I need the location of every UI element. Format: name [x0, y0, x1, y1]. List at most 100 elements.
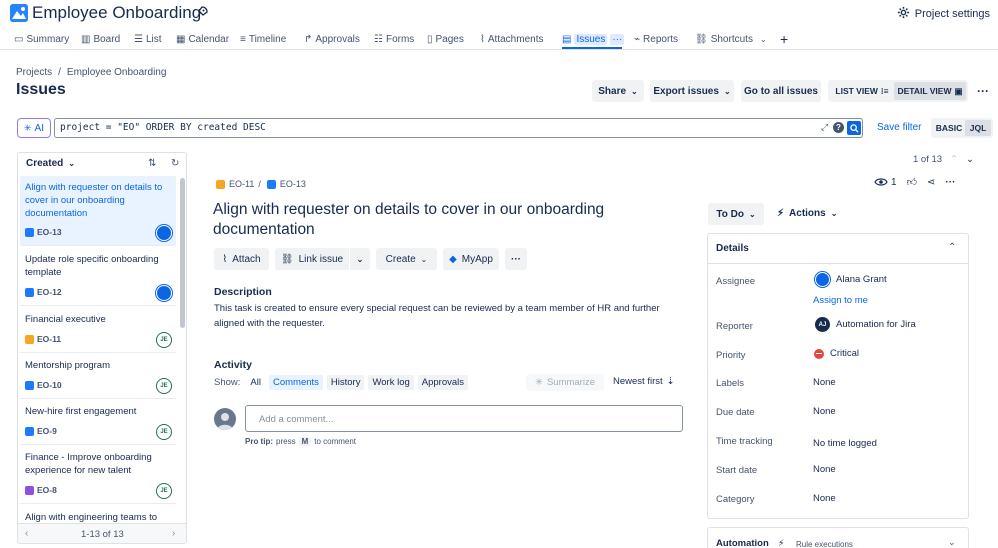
eye-icon	[874, 178, 888, 186]
link-issue-button[interactable]: ⛓ Link issue	[275, 248, 349, 270]
assign-to-me-link[interactable]: Assign to me	[813, 295, 868, 306]
list-item[interactable]: New-hire first engagement EO-9 JE	[20, 400, 176, 445]
description-text[interactable]: This task is created to ensure every spe…	[214, 301, 674, 331]
parent-issue-link[interactable]: EO-11	[229, 179, 254, 189]
myapp-button[interactable]: ◆ MyApp	[443, 248, 499, 270]
refresh-icon[interactable]: ↻	[171, 158, 179, 169]
rocket-icon[interactable]	[196, 6, 208, 21]
filter-history[interactable]: History	[326, 375, 365, 390]
add-tab-button[interactable]: +	[780, 31, 788, 47]
labels-value[interactable]: None	[813, 377, 836, 388]
jql-mode-toggle[interactable]: JQL	[965, 120, 991, 136]
summarize-button[interactable]: ✳ Summarize	[526, 374, 604, 391]
issue-key-link[interactable]: EO-13	[280, 179, 306, 189]
tab-reports[interactable]: ⌁ Reports	[634, 31, 678, 47]
critical-priority-icon	[814, 348, 824, 359]
share-icon[interactable]: ⋖	[927, 177, 935, 188]
breadcrumb-projects[interactable]: Projects	[16, 67, 52, 78]
list-item[interactable]: Align with requester on details to cover…	[20, 176, 176, 246]
filter-work-log[interactable]: Work log	[368, 375, 414, 390]
basic-mode-toggle[interactable]: BASIC	[933, 120, 965, 136]
detail-view-toggle[interactable]: DETAIL VIEW ▣	[894, 82, 966, 100]
priority-field[interactable]: Critical	[814, 348, 859, 359]
list-item[interactable]: Mentorship program EO-10 JE	[20, 354, 176, 399]
filter-all[interactable]: All	[246, 375, 265, 390]
board-icon: ▥	[81, 33, 91, 45]
chevron-left-icon[interactable]: ‹	[25, 528, 28, 539]
pro-tip-prefix: Pro tip:	[245, 437, 273, 446]
expand-icon[interactable]: ⤢	[821, 122, 828, 133]
filter-comments[interactable]: Comments	[268, 375, 323, 390]
attach-button[interactable]: ⌇ Attach	[214, 248, 269, 270]
automation-panel[interactable]: Automation ⚡︎ Rule executions ⌄	[707, 527, 969, 548]
assignee-avatar	[815, 272, 830, 287]
chevron-right-icon[interactable]: ›	[172, 528, 175, 539]
paperclip-icon: ⌇	[222, 253, 228, 265]
actions-dropdown[interactable]: ⚡︎ Actions ⌄	[777, 208, 837, 219]
issue-title[interactable]: Align with requester on details to cover…	[213, 200, 643, 240]
comment-input[interactable]: Add a comment...	[245, 405, 683, 432]
category-value[interactable]: None	[813, 493, 836, 504]
ai-search-button[interactable]: ✳ AI	[17, 118, 51, 138]
save-filter-link[interactable]: Save filter	[877, 122, 921, 133]
chevron-down-icon[interactable]: ⌄	[966, 154, 974, 165]
tab-pages[interactable]: ▯ Pages	[427, 31, 464, 47]
create-button[interactable]: Create ⌄	[376, 248, 437, 270]
sort-dropdown[interactable]: Created ⌄	[26, 158, 75, 169]
jql-input[interactable]: project = "EO" ORDER BY created DESC ⤢ ?	[54, 118, 863, 138]
link-issue-menu-button[interactable]: ⌄	[350, 248, 370, 270]
tab-label: Attachments	[487, 33, 544, 45]
activity-sort-button[interactable]: Newest first ⇣	[613, 376, 675, 387]
breadcrumb-project[interactable]: Employee Onboarding	[67, 67, 167, 78]
tab-calendar[interactable]: ▦ Calendar	[176, 31, 229, 47]
app-header: Employee Onboarding Project settings	[0, 0, 998, 26]
project-logo[interactable]	[10, 4, 28, 22]
task-icon	[25, 227, 34, 237]
tab-board[interactable]: ▥ Board	[81, 31, 120, 47]
more-actions-button[interactable]: ···	[973, 80, 993, 102]
chevron-up-icon[interactable]: ⌃	[950, 154, 958, 165]
sort-order-icon[interactable]: ⇅	[148, 158, 156, 169]
tab-approvals[interactable]: ↱ Approvals	[304, 31, 360, 47]
list-view-icon: ⁝≡	[880, 85, 889, 96]
due-date-value[interactable]: None	[813, 406, 836, 417]
tab-attachments[interactable]: ⌇ Attachments	[480, 31, 543, 47]
reporter-avatar: AJ	[815, 317, 830, 332]
status-dropdown[interactable]: To Do ⌄	[708, 203, 764, 225]
list-item[interactable]: Finance - Improve onboarding experience …	[20, 446, 176, 504]
project-settings-button[interactable]: Project settings	[897, 6, 990, 22]
more-actions-button[interactable]: ···	[505, 248, 527, 270]
list-scrollbar[interactable]	[180, 178, 185, 328]
export-issues-button[interactable]: Export issues ⌄	[650, 80, 734, 102]
tab-more-icon[interactable]: ···	[610, 33, 625, 45]
due-date-label: Due date	[716, 407, 755, 418]
tab-issues[interactable]: ▤ Issues ···	[562, 31, 625, 47]
list-item[interactable]: Financial executive EO-11 JE	[20, 308, 176, 353]
tab-forms[interactable]: ☷ Forms	[374, 31, 414, 47]
list-item-key: EO-10	[25, 380, 62, 390]
tab-summary[interactable]: ▭ Summary	[14, 31, 69, 47]
issue-pager: 1 of 13 ⌃ ⌄	[913, 154, 974, 165]
issue-key: EO-13	[37, 227, 62, 237]
tab-timeline[interactable]: ≡ Timeline	[240, 31, 286, 47]
help-icon[interactable]: ?	[833, 122, 844, 133]
reporter-field[interactable]: AJ Automation for Jira	[815, 317, 916, 332]
list-item[interactable]: Update role specific onboarding template…	[20, 248, 176, 306]
list-view-toggle[interactable]: LIST VIEW ⁝≡	[830, 82, 894, 100]
go-to-all-issues-button[interactable]: Go to all issues	[741, 80, 821, 102]
start-date-value[interactable]: None	[813, 464, 836, 475]
details-header[interactable]: Details ⌃	[708, 234, 968, 264]
share-button[interactable]: Share ⌄	[592, 80, 644, 102]
tab-list[interactable]: ☰ List	[134, 31, 162, 47]
tab-shortcuts[interactable]: ⛓ Shortcuts ⌄	[695, 31, 767, 47]
thumbs-up-icon[interactable]: 👍︎	[907, 176, 917, 188]
search-button[interactable]	[847, 121, 861, 135]
more-icon[interactable]: ···	[945, 177, 955, 188]
issue-key: EO-8	[37, 485, 57, 495]
time-tracking-value[interactable]: No time logged	[813, 438, 877, 449]
assignee-field[interactable]: Alana Grant	[815, 272, 887, 287]
watch-button[interactable]: 1	[874, 177, 897, 188]
breadcrumb-separator: /	[258, 179, 261, 189]
filter-approvals[interactable]: Approvals	[417, 375, 469, 390]
tab-label: Board	[93, 33, 121, 45]
